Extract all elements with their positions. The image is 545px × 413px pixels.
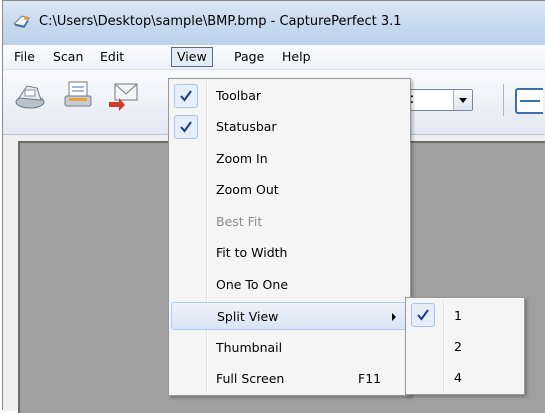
check-icon	[174, 115, 198, 139]
menu-scan[interactable]: Scan	[48, 48, 88, 66]
menu-item-full-screen[interactable]: Full Screen F11	[171, 365, 408, 393]
submenu-item-label: 1	[454, 308, 462, 323]
submenu-item-1[interactable]: 1	[408, 301, 522, 330]
menu-item-statusbar[interactable]: Statusbar	[171, 113, 408, 141]
menu-item-toolbar[interactable]: Toolbar	[171, 82, 408, 110]
left-strip	[3, 135, 18, 411]
menu-item-label: Thumbnail	[216, 340, 283, 355]
menu-file[interactable]: File	[9, 48, 40, 66]
menu-item-label: Zoom Out	[216, 182, 279, 197]
menu-item-label: Statusbar	[216, 119, 277, 134]
submenu-arrow-icon	[392, 313, 396, 321]
toolbar-combo[interactable]: t	[401, 89, 473, 111]
menu-item-label: Full Screen	[216, 371, 285, 386]
chevron-down-icon[interactable]	[453, 90, 472, 110]
menu-item-label: Best Fit	[216, 214, 263, 229]
menu-item-fit-to-width[interactable]: Fit to Width	[171, 239, 408, 267]
view-menu-dropdown: Toolbar Statusbar Zoom In Zoom Out Best …	[168, 78, 411, 396]
title-bar[interactable]: C:\Users\Desktop\sample\BMP.bmp - Captur…	[3, 1, 545, 45]
submenu-item-label: 4	[454, 370, 462, 385]
menu-help[interactable]: Help	[277, 48, 316, 66]
menu-item-label: Fit to Width	[216, 245, 288, 260]
shortcut-label: F11	[358, 371, 382, 386]
menu-item-label: Zoom In	[216, 151, 268, 166]
menu-item-zoom-in[interactable]: Zoom In	[171, 145, 408, 173]
submenu-item-label: 2	[454, 339, 462, 354]
scanner-icon[interactable]	[13, 78, 47, 112]
submenu-item-4[interactable]: 4	[408, 363, 522, 392]
menu-page[interactable]: Page	[229, 48, 269, 66]
scan-document-icon[interactable]	[61, 78, 95, 112]
submenu-item-2[interactable]: 2	[408, 332, 522, 361]
menu-item-thumbnail[interactable]: Thumbnail	[171, 334, 408, 362]
menu-item-split-view[interactable]: Split View	[171, 302, 408, 330]
capture-perfect-icon	[12, 15, 30, 28]
split-view-submenu: 1 2 4	[405, 297, 525, 395]
check-icon	[411, 303, 435, 327]
menu-item-label: One To One	[216, 277, 289, 292]
menu-item-one-to-one[interactable]: One To One	[171, 271, 408, 299]
check-icon	[174, 84, 198, 108]
fit-width-icon[interactable]	[515, 88, 543, 114]
email-icon[interactable]	[107, 78, 141, 112]
menu-edit[interactable]: Edit	[95, 48, 129, 66]
menu-item-zoom-out[interactable]: Zoom Out	[171, 176, 408, 204]
menu-item-label: Split View	[217, 309, 279, 324]
window-title: C:\Users\Desktop\sample\BMP.bmp - Captur…	[39, 14, 402, 29]
menu-bar: File Scan Edit View Page Help	[3, 45, 545, 70]
menu-view[interactable]: View	[171, 47, 213, 67]
menu-item-best-fit: Best Fit	[171, 208, 408, 236]
menu-item-label: Toolbar	[216, 88, 262, 103]
toolbar-separator	[503, 84, 504, 116]
